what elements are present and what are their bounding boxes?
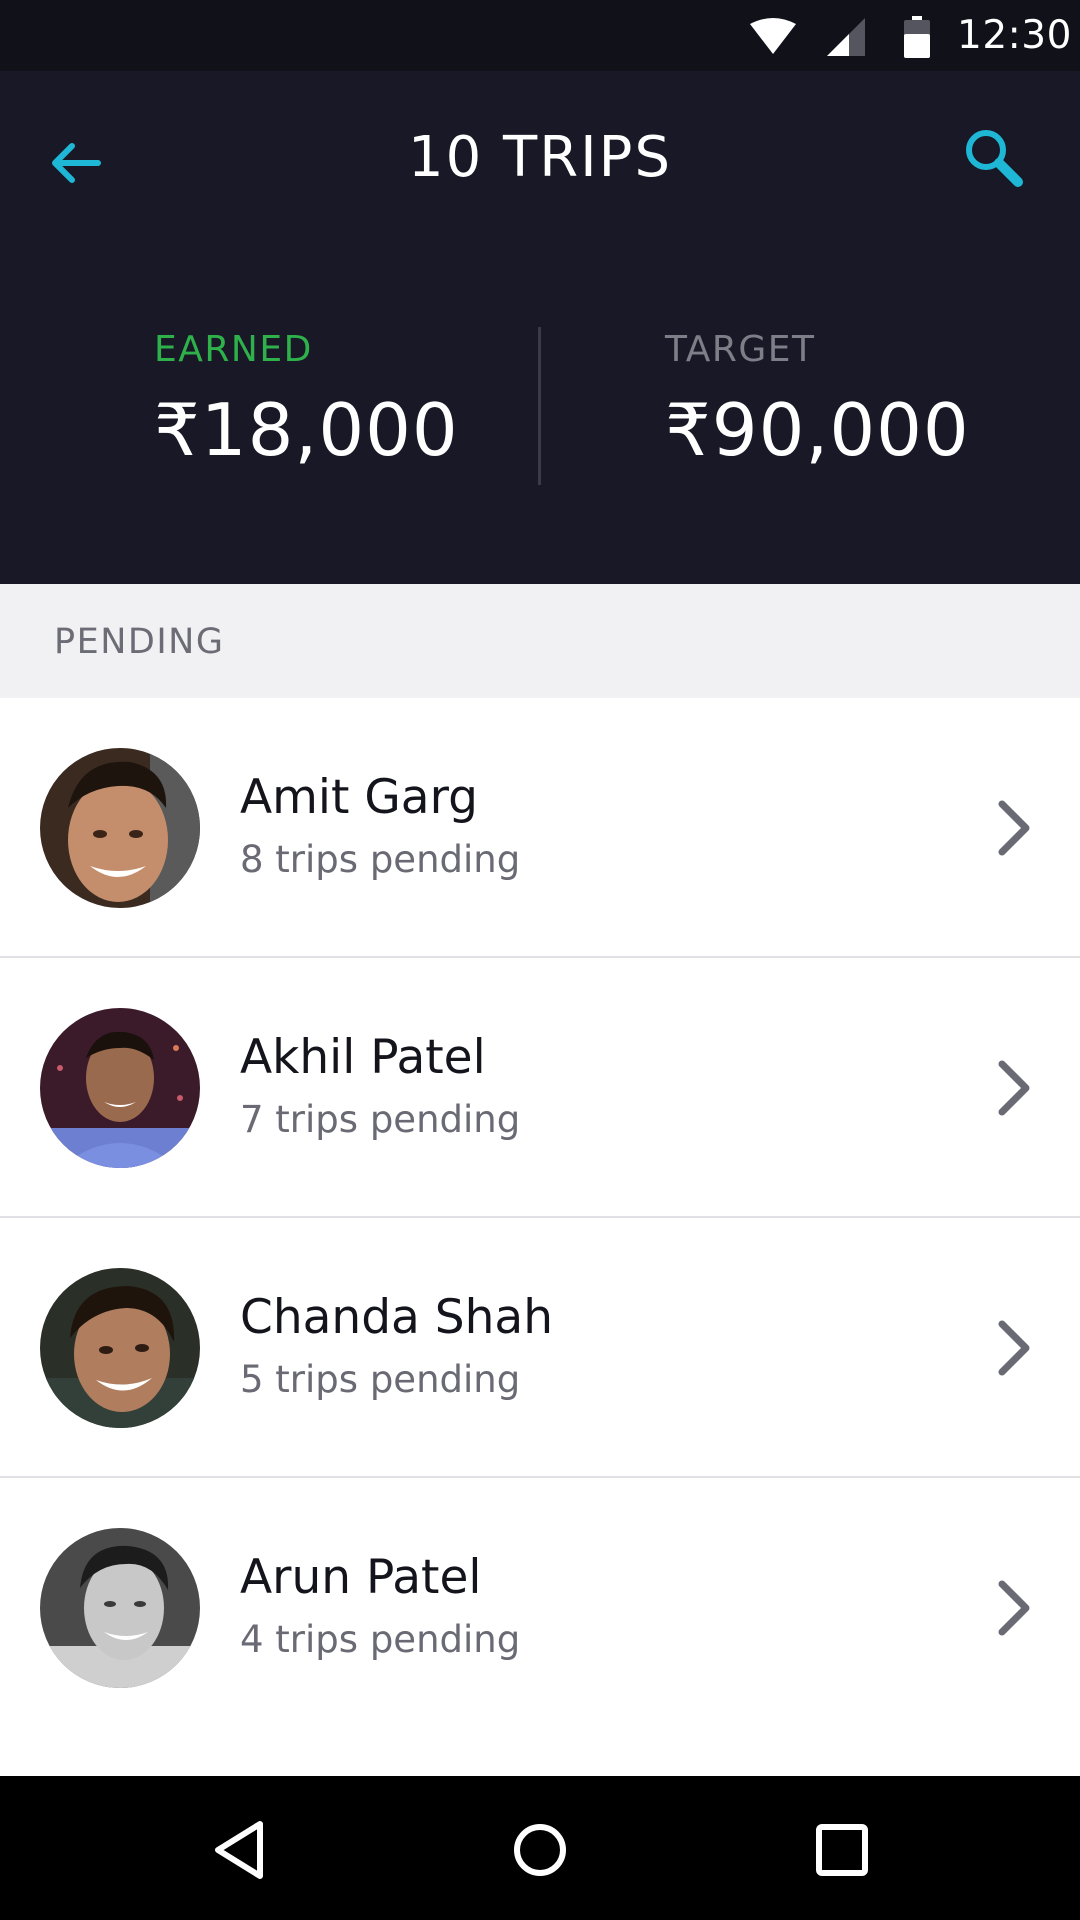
chevron-right-icon: [998, 1320, 1030, 1376]
person-name: Amit Garg: [240, 770, 478, 825]
battery-icon: [904, 16, 930, 58]
stats-divider: [538, 327, 541, 485]
list-item[interactable]: Arun Patel 4 trips pending: [0, 1478, 1080, 1738]
status-clock: 12:30: [957, 13, 1072, 58]
avatar: [40, 1008, 200, 1168]
target-stat: TARGET ₹90,000: [665, 329, 1065, 472]
page-title: 10 TRIPS: [407, 125, 672, 190]
earned-stat: EARNED ₹18,000: [154, 329, 554, 472]
system-nav-bar: [0, 1776, 1080, 1920]
avatar: [40, 748, 200, 908]
target-value: ₹90,000: [665, 388, 970, 472]
trips-pending: 8 trips pending: [240, 838, 521, 881]
person-name: Akhil Patel: [240, 1030, 486, 1085]
chevron-right-icon: [998, 800, 1030, 856]
section-title: PENDING: [54, 622, 225, 662]
nav-recents-icon[interactable]: [810, 1818, 874, 1882]
status-bar: 12:30: [0, 0, 1080, 71]
avatar: [40, 1528, 200, 1688]
trips-pending: 4 trips pending: [240, 1618, 521, 1661]
pending-list: Amit Garg 8 trips pending Akhil Patel 7 …: [0, 698, 1080, 1738]
earnings-header: 10 TRIPS EARNED ₹18,000 TARGET ₹90,000: [0, 71, 1080, 584]
wifi-icon: [750, 18, 796, 54]
person-name: Chanda Shah: [240, 1290, 553, 1345]
cell-signal-icon: [827, 18, 865, 56]
list-item[interactable]: Akhil Patel 7 trips pending: [0, 958, 1080, 1218]
earned-label: EARNED: [154, 329, 313, 370]
chevron-right-icon: [998, 1580, 1030, 1636]
earned-value: ₹18,000: [154, 388, 459, 472]
trips-pending: 7 trips pending: [240, 1098, 521, 1141]
person-name: Arun Patel: [240, 1550, 482, 1605]
search-icon[interactable]: [962, 126, 1026, 190]
nav-back-icon[interactable]: [208, 1818, 272, 1882]
target-label: TARGET: [665, 329, 816, 370]
list-item[interactable]: Chanda Shah 5 trips pending: [0, 1218, 1080, 1478]
trips-pending: 5 trips pending: [240, 1358, 521, 1401]
list-item[interactable]: Amit Garg 8 trips pending: [0, 698, 1080, 958]
nav-home-icon[interactable]: [508, 1818, 572, 1882]
chevron-right-icon: [998, 1060, 1030, 1116]
avatar: [40, 1268, 200, 1428]
section-header: PENDING: [0, 584, 1080, 698]
